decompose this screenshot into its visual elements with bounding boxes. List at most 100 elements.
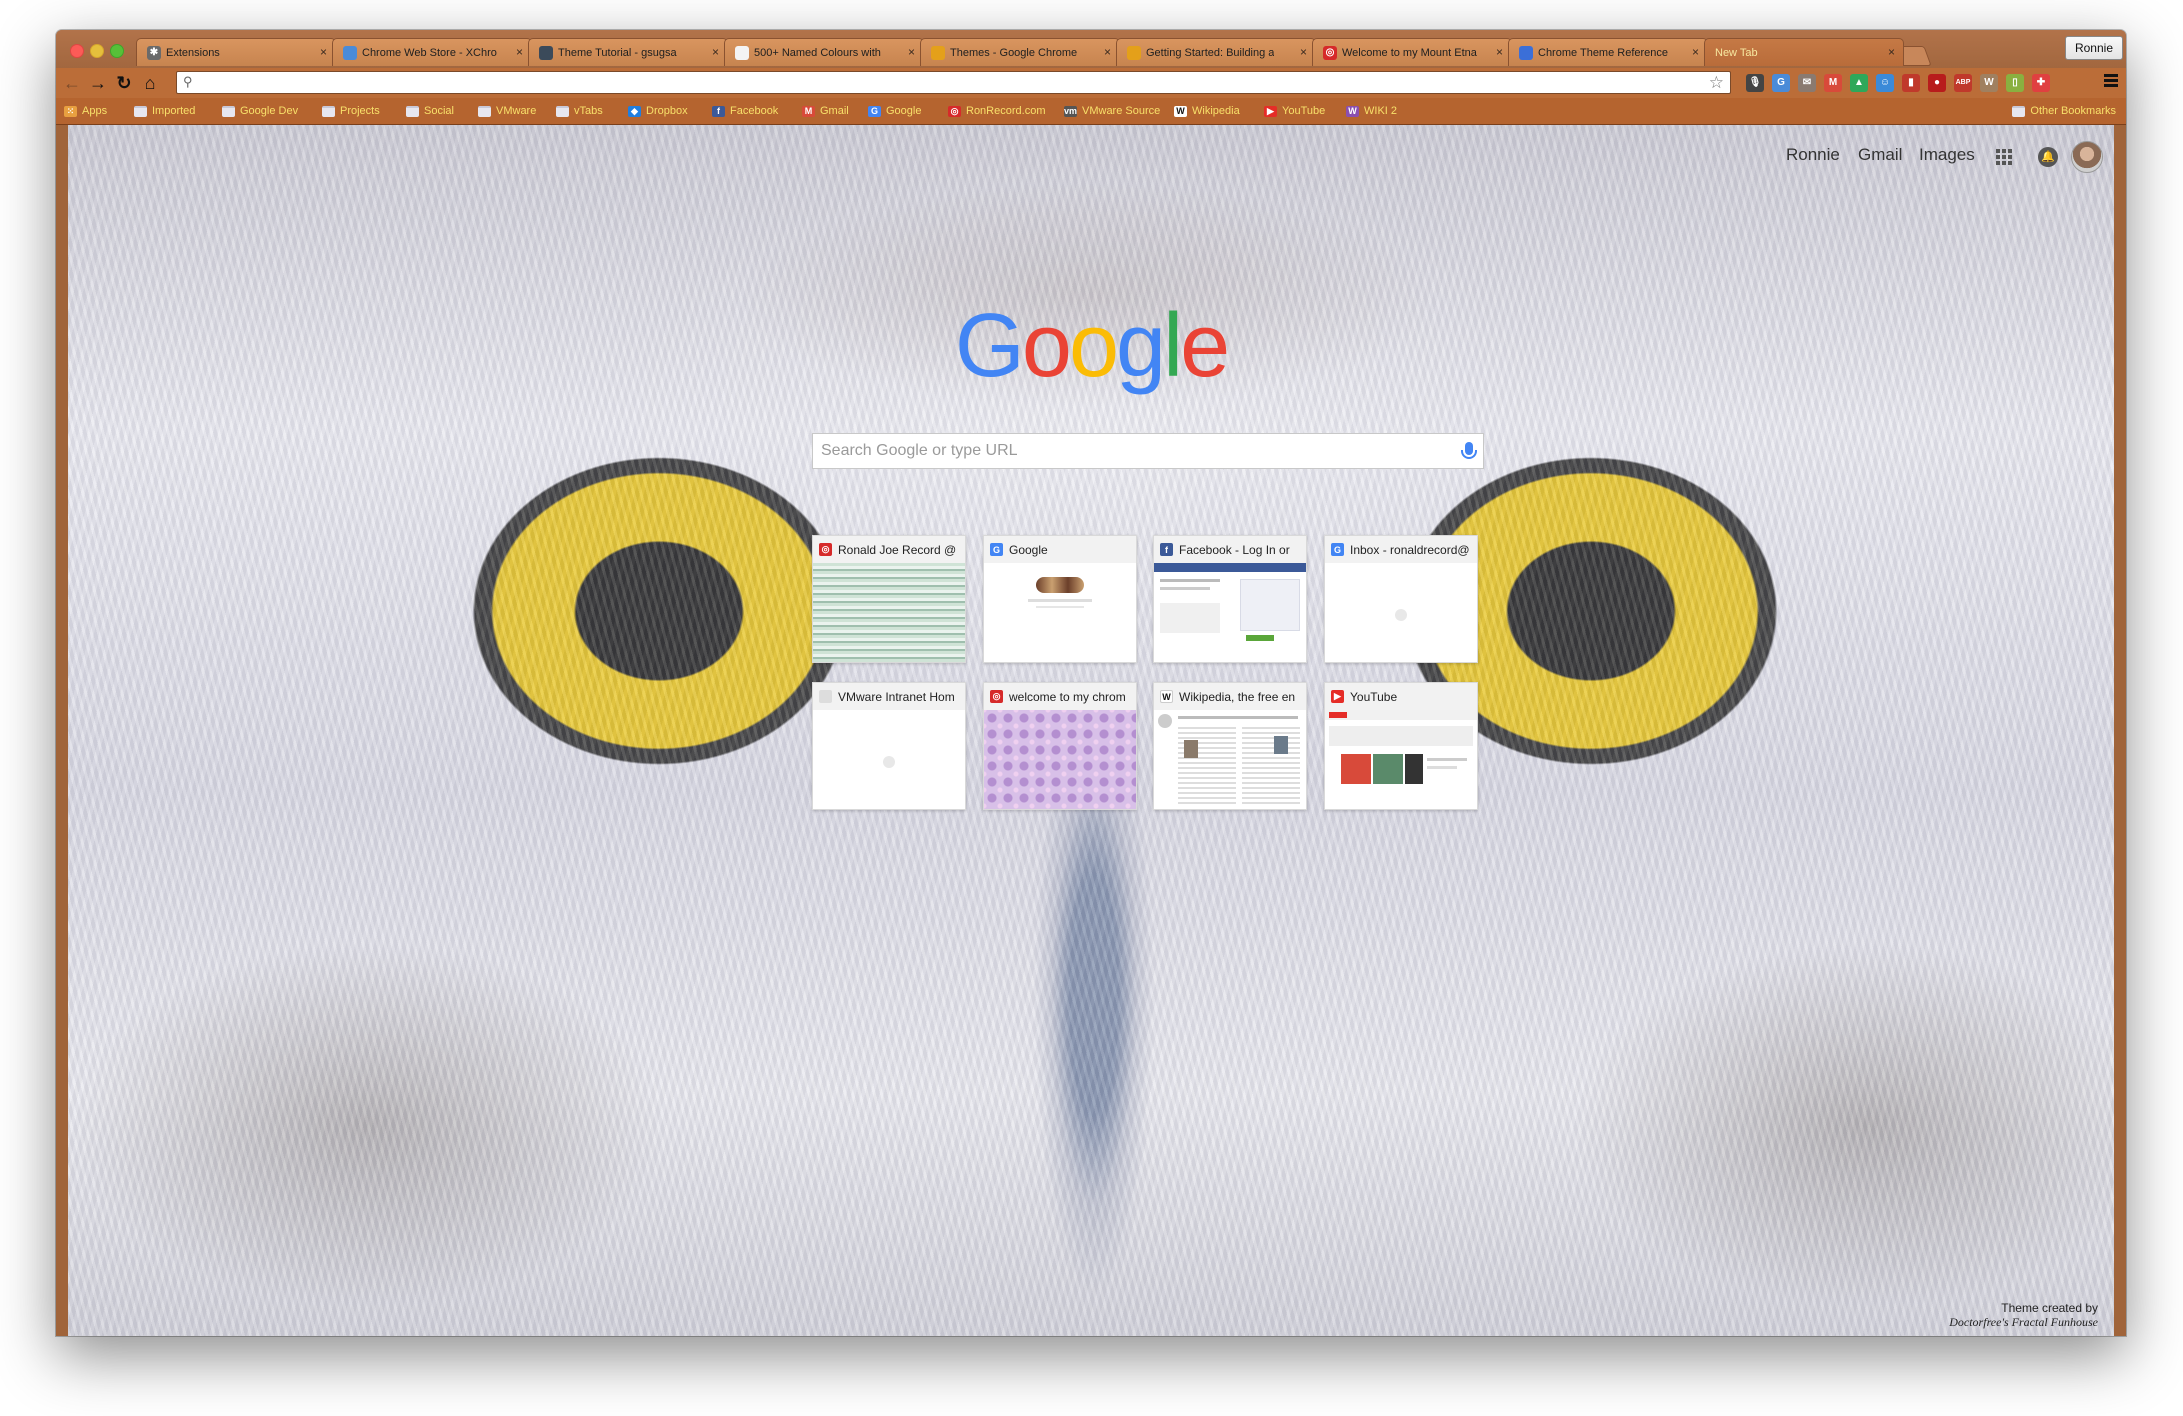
bookmark-item[interactable]: G Google — [868, 102, 921, 120]
most-visited-tile[interactable]: f Facebook - Log In or — [1153, 535, 1307, 663]
bookmark-label: WIKI 2 — [1364, 105, 1398, 117]
tab-8[interactable]: Chrome Theme Reference × — [1508, 38, 1708, 66]
images-link[interactable]: Images — [1919, 145, 1975, 165]
bookmark-star-icon[interactable]: ☆ — [1709, 73, 1724, 93]
tab-3[interactable]: Theme Tutorial - gsugsa × — [528, 38, 728, 66]
mic-icon[interactable]: 🎙 — [1746, 74, 1764, 92]
close-tab-icon[interactable]: × — [516, 45, 523, 59]
browser-window: ✱ Extensions × Chrome Web Store - XChro × The… — [56, 30, 2126, 1336]
bookmark-item[interactable]: Imported — [134, 102, 195, 120]
tab-4[interactable]: 500+ Named Colours with × — [724, 38, 924, 66]
close-tab-icon[interactable]: × — [1300, 45, 1307, 59]
bookmark-item[interactable]: vTabs — [556, 102, 603, 120]
logo-letter: o — [1021, 296, 1072, 396]
adblock-icon[interactable]: ABP — [1954, 74, 1972, 92]
search-box[interactable] — [812, 433, 1484, 469]
close-tab-icon[interactable]: × — [1692, 45, 1699, 59]
close-window-button[interactable] — [70, 44, 84, 58]
battery-icon[interactable]: ▯ — [2006, 74, 2024, 92]
search-input[interactable] — [813, 434, 1449, 468]
logo-letter: e — [1180, 296, 1230, 396]
translate-icon[interactable]: G — [1772, 74, 1790, 92]
bookmark-item[interactable]: ◎ RonRecord.com — [948, 102, 1045, 120]
close-tab-icon[interactable]: × — [908, 45, 915, 59]
doc-icon — [1519, 45, 1533, 60]
tab-title: Chrome Theme Reference — [1538, 46, 1669, 59]
home-icon[interactable]: ⌂ — [140, 73, 160, 93]
folder-icon — [406, 105, 419, 117]
wiki-ext-icon[interactable]: W — [1980, 74, 1998, 92]
tab-9[interactable]: New Tab × — [1704, 38, 1904, 66]
tile-thumbnail — [984, 563, 1136, 662]
google-user-link[interactable]: Ronnie — [1786, 145, 1840, 165]
bookmark-item[interactable]: ◆ Dropbox — [628, 102, 688, 120]
tab-7[interactable]: ◎ Welcome to my Mount Etna × — [1312, 38, 1512, 66]
close-tab-icon[interactable]: × — [1104, 45, 1111, 59]
bookmark-item[interactable]: Social — [406, 102, 454, 120]
bookmark-item[interactable]: VMware — [478, 102, 536, 120]
apps-grid-icon: ⁙ — [64, 105, 77, 117]
back-arrow-icon[interactable]: ← — [62, 73, 82, 93]
most-visited-tile[interactable]: G Google — [983, 535, 1137, 663]
tab-5[interactable]: Themes - Google Chrome × — [920, 38, 1120, 66]
zoom-window-button[interactable] — [110, 44, 124, 58]
tile-title: Ronald Joe Record @ — [838, 542, 957, 557]
bookmark-item[interactable]: vm VMware Source — [1064, 102, 1160, 120]
most-visited-tile[interactable]: ◎ welcome to my chrom — [983, 682, 1137, 810]
folder-icon — [222, 105, 235, 117]
chrome-icon — [931, 45, 945, 60]
toolbar: ← → ↻ ⌂ ⚲ ☆ 🎙 G ✉ M ▲ ☺ ▮ ● ABP W ▯ ✚ — [56, 68, 2126, 98]
tile-title: welcome to my chrom — [1009, 689, 1126, 704]
most-visited-tile[interactable]: ◎ Ronald Joe Record @ — [812, 535, 966, 663]
voice-search-icon[interactable] — [1461, 442, 1477, 459]
gmail-link[interactable]: Gmail — [1858, 145, 1902, 165]
other-bookmarks[interactable]: Other Bookmarks — [2012, 102, 2116, 120]
bookmark-label: Wikipedia — [1192, 105, 1240, 117]
close-tab-icon[interactable]: × — [712, 45, 719, 59]
most-visited-tile[interactable]: VMware Intranet Hom — [812, 682, 966, 810]
bookmark-label: RonRecord.com — [966, 105, 1046, 117]
close-tab-icon[interactable]: × — [1496, 45, 1503, 59]
extension-red-icon[interactable]: ✚ — [2032, 74, 2050, 92]
minimize-window-button[interactable] — [90, 44, 104, 58]
folder-icon — [478, 105, 491, 117]
most-visited-tile[interactable]: ▶ YouTube — [1324, 682, 1478, 810]
most-visited-tile[interactable]: G Inbox - ronaldrecord@ — [1324, 535, 1478, 663]
google-apps-icon[interactable] — [1996, 149, 2012, 165]
avatar[interactable] — [2071, 141, 2103, 173]
profile-button[interactable]: Ronnie — [2064, 36, 2123, 60]
bookmark-item[interactable]: M Gmail — [802, 102, 849, 120]
close-tab-icon[interactable]: × — [320, 45, 327, 59]
bookmark-item[interactable]: ▶ YouTube — [1264, 102, 1325, 120]
tab-2[interactable]: Chrome Web Store - XChro × — [332, 38, 532, 66]
bookmark-label: Facebook — [730, 105, 779, 117]
gmail-checker-icon[interactable]: M — [1824, 74, 1842, 92]
lastpass-icon[interactable]: ● — [1928, 74, 1946, 92]
reload-icon[interactable]: ↻ — [114, 73, 134, 93]
most-visited-tile[interactable]: W Wikipedia, the free en — [1153, 682, 1307, 810]
tile-thumbnail — [984, 710, 1136, 809]
forward-arrow-icon[interactable]: → — [88, 73, 108, 93]
folder-icon — [2012, 105, 2026, 117]
close-tab-icon[interactable]: × — [1888, 45, 1895, 59]
notifications-bell-icon[interactable]: 🔔 — [2038, 147, 2058, 167]
mail-icon[interactable]: ✉ — [1798, 74, 1816, 92]
bookmark-item[interactable]: Projects — [322, 102, 380, 120]
bookmark-item[interactable]: Google Dev — [222, 102, 298, 120]
omnibox[interactable]: ⚲ ☆ — [176, 71, 1731, 94]
tab-1[interactable]: ✱ Extensions × — [136, 38, 336, 66]
drive-icon[interactable]: ▲ — [1850, 74, 1868, 92]
bookmark-label: Social — [424, 105, 454, 117]
hangouts-icon[interactable]: ☺ — [1876, 74, 1894, 92]
bookmark-item[interactable]: ⁙ Apps — [64, 102, 107, 120]
bookmark-item[interactable]: W Wikipedia — [1174, 102, 1240, 120]
tab-title: Chrome Web Store - XChro — [362, 46, 497, 59]
bookmark-item[interactable]: f Facebook — [712, 102, 778, 120]
theme-credit-line2: Doctorfree's Fractal Funhouse — [1949, 1315, 2098, 1329]
bookmark-item[interactable]: W WIKI 2 — [1346, 102, 1397, 120]
pdf-icon[interactable]: ▮ — [1902, 74, 1920, 92]
chrome-menu-icon[interactable] — [2104, 72, 2118, 89]
tab-6[interactable]: Getting Started: Building a × — [1116, 38, 1316, 66]
tile-header: ◎ welcome to my chrom — [984, 683, 1136, 710]
facebook-icon: f — [1160, 543, 1173, 556]
